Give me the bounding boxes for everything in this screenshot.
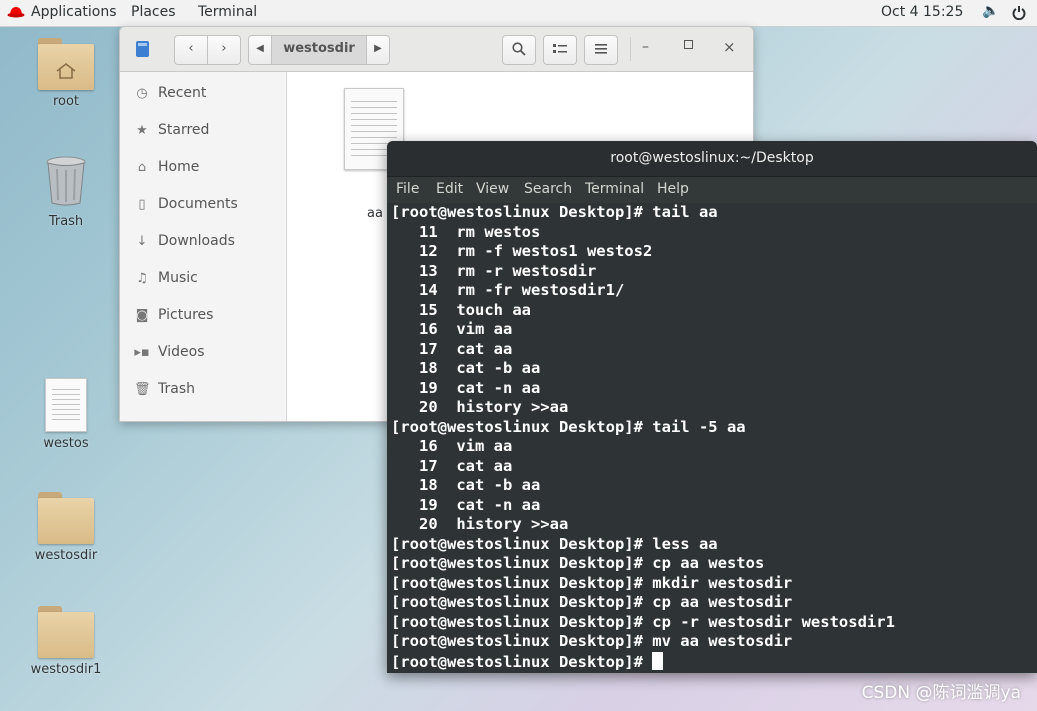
- music-icon: ♫: [136, 271, 148, 286]
- terminal-line: 16 vim aa: [391, 320, 513, 338]
- desktop-icon-label: westos: [43, 436, 89, 451]
- view-toggle-button[interactable]: [543, 35, 577, 65]
- document-icon: ▯: [138, 197, 146, 212]
- terminal-line: [root@westoslinux Desktop]# mv aa westos…: [391, 632, 793, 650]
- terminal-line: 12 rm -f westos1 westos2: [391, 242, 653, 260]
- desktop-icon-label: Trash: [48, 214, 84, 229]
- menu-search[interactable]: Search: [524, 181, 572, 197]
- star-icon: ★: [136, 123, 148, 138]
- forward-button[interactable]: ›: [207, 35, 241, 65]
- document-icon: [45, 378, 87, 432]
- sidebar-item-videos[interactable]: ▸▪ Videos: [134, 344, 204, 360]
- folder-icon: [38, 606, 94, 658]
- menu-terminal[interactable]: Terminal: [585, 181, 644, 197]
- terminal-line: 17 cat aa: [391, 456, 513, 475]
- desktop-icon-westosdir[interactable]: westosdir: [21, 492, 111, 563]
- terminal-line: 20 history >>aa: [391, 515, 569, 533]
- list-view-icon: [553, 44, 567, 53]
- menu-edit[interactable]: Edit: [436, 181, 463, 197]
- sidebar-item-downloads[interactable]: ↓ Downloads: [134, 233, 235, 249]
- home-icon: ⌂: [137, 160, 147, 175]
- search-button[interactable]: [502, 35, 536, 65]
- power-icon[interactable]: [1012, 5, 1026, 20]
- desktop-icon-root[interactable]: root: [21, 38, 111, 109]
- menu-file[interactable]: File: [396, 181, 419, 197]
- terminal-output[interactable]: [root@westoslinux Desktop]# tail aa 11 r…: [391, 203, 895, 672]
- search-icon: [512, 42, 526, 56]
- terminal-menubar: File Edit View Search Terminal Help: [387, 177, 1037, 203]
- watermark: CSDN @陈词滥调ya: [861, 683, 1021, 703]
- maximize-icon[interactable]: [684, 40, 693, 49]
- sidebar-item-music[interactable]: ♫ Music: [134, 270, 198, 286]
- folder-icon: [38, 492, 94, 544]
- terminal-line: 14 rm -fr westosdir1/: [391, 281, 625, 299]
- sidebar-item-recent[interactable]: ◷ Recent: [134, 85, 206, 101]
- terminal-line: [root@westoslinux Desktop]# cp -r westos…: [391, 612, 895, 631]
- hamburger-icon: [595, 44, 607, 54]
- desktop-icon-label: root: [52, 94, 80, 109]
- file-item-label: aa: [367, 206, 383, 221]
- path-right-arrow[interactable]: ▶: [366, 35, 390, 65]
- home-folder-icon: [38, 38, 94, 90]
- top-bar: Applications Places Terminal Oct 4 15:25…: [0, 0, 1037, 27]
- menu-button[interactable]: [584, 35, 618, 65]
- terminal-line: 17 cat aa: [391, 339, 513, 358]
- header-divider: [630, 37, 631, 61]
- terminal-app-menu[interactable]: Terminal: [198, 4, 257, 20]
- path-left-arrow[interactable]: ◀: [248, 35, 272, 65]
- terminal-line: 13 rm -r westosdir: [391, 261, 597, 280]
- file-manager-sidebar: ◷ Recent ★ Starred ⌂ Home ▯ Documents ↓ Downl…: [120, 72, 287, 421]
- sidebar-item-documents[interactable]: ▯ Documents: [134, 196, 237, 212]
- sidebar-toggle-icon[interactable]: [136, 41, 149, 57]
- desktop-icon-westos[interactable]: westos: [21, 378, 111, 451]
- terminal-line: 16 vim aa: [391, 437, 513, 455]
- terminal-line: [root@westoslinux Desktop]# tail -5 aa: [391, 417, 746, 436]
- desktop-icon-label: westosdir1: [30, 662, 102, 677]
- terminal-line: 19 cat -n aa: [391, 378, 541, 397]
- volume-icon[interactable]: 🔈: [982, 3, 999, 19]
- back-button[interactable]: ‹: [174, 35, 208, 65]
- terminal-window: root@westoslinux:~/Desktop File Edit Vie…: [387, 141, 1037, 673]
- sidebar-item-pictures[interactable]: ◙ Pictures: [134, 307, 214, 323]
- download-icon: ↓: [136, 234, 148, 249]
- terminal-line: [root@westoslinux Desktop]# tail aa: [391, 203, 718, 221]
- minimize-icon[interactable]: –: [642, 39, 649, 55]
- terminal-prompt-line: [root@westoslinux Desktop]#: [391, 651, 895, 673]
- desktop-icon-label: westosdir: [34, 548, 98, 563]
- terminal-line: [root@westoslinux Desktop]# mkdir westos…: [391, 573, 793, 592]
- menu-help[interactable]: Help: [657, 181, 689, 197]
- terminal-line: 15 touch aa: [391, 300, 531, 319]
- places-menu[interactable]: Places: [131, 4, 176, 20]
- terminal-line: [root@westoslinux Desktop]# cp aa westos: [391, 554, 765, 572]
- sidebar-item-starred[interactable]: ★ Starred: [134, 122, 209, 138]
- applications-menu[interactable]: Applications: [31, 4, 117, 20]
- terminal-line: 11 rm westos: [391, 222, 541, 241]
- sidebar-item-trash[interactable]: 🗑 Trash: [134, 381, 195, 397]
- camera-icon: ◙: [135, 308, 149, 323]
- clock[interactable]: Oct 4 15:25: [881, 4, 963, 20]
- terminal-line: [root@westoslinux Desktop]# less aa: [391, 534, 718, 553]
- clock-icon: ◷: [136, 86, 148, 101]
- desktop-icon-trash[interactable]: Trash: [21, 154, 111, 229]
- file-manager-header: ‹ › ◀ westosdir ▶ – ×: [120, 27, 753, 72]
- close-icon[interactable]: ×: [723, 38, 736, 56]
- trash-icon: [46, 156, 86, 206]
- terminal-cursor: [652, 651, 664, 670]
- terminal-line: 20 history >>aa: [391, 398, 569, 416]
- desktop-icon-westosdir1[interactable]: westosdir1: [21, 606, 111, 677]
- terminal-line: 18 cat -b aa: [391, 359, 541, 377]
- path-segment-westosdir[interactable]: westosdir: [271, 35, 367, 65]
- menu-view[interactable]: View: [476, 181, 509, 197]
- terminal-prompt: [root@westoslinux Desktop]#: [391, 652, 653, 671]
- video-icon: ▸▪: [134, 345, 150, 360]
- trash-icon: 🗑: [134, 382, 151, 397]
- terminal-line: 19 cat -n aa: [391, 495, 541, 514]
- terminal-title: root@westoslinux:~/Desktop: [387, 141, 1037, 177]
- sidebar-item-home[interactable]: ⌂ Home: [134, 159, 199, 175]
- terminal-line: [root@westoslinux Desktop]# cp aa westos…: [391, 593, 793, 611]
- terminal-line: 18 cat -b aa: [391, 476, 541, 494]
- redhat-logo-icon: [7, 7, 25, 18]
